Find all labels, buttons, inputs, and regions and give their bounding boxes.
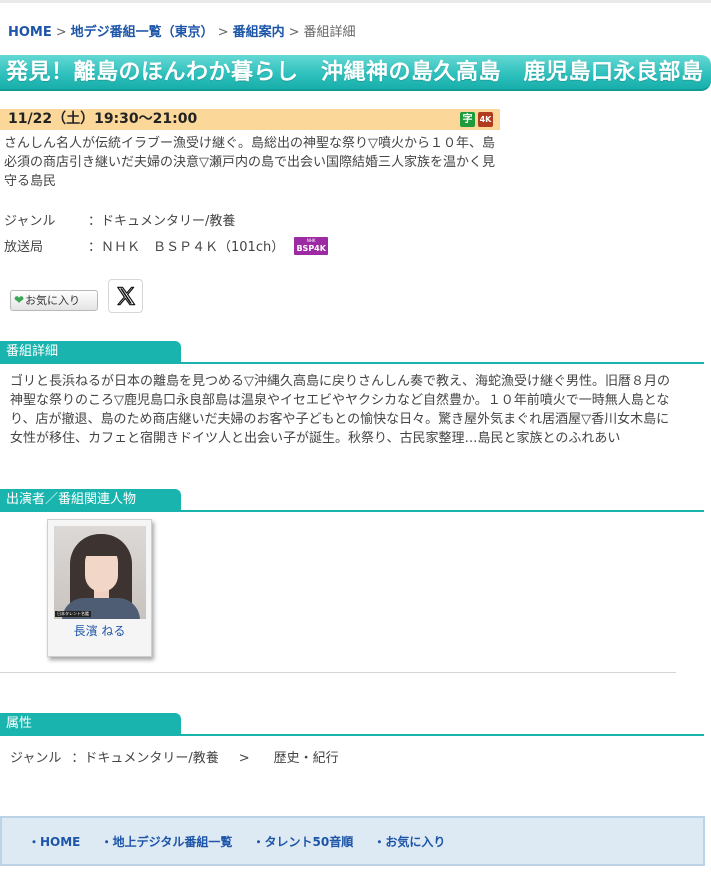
footer-link-home[interactable]: ・HOME (28, 835, 80, 849)
program-title: 発見！離島のほんわか暮らし 沖縄神の島久高島 鹿児島口永良部島 (6, 60, 704, 85)
genre-row: ジャンル ：ドキュメンタリー/教養 (4, 210, 235, 229)
favorite-button[interactable]: ❤お気に入り (10, 290, 98, 311)
bsp4k-logo-icon: NHK BSP4K (294, 236, 329, 255)
breadcrumb-guide-link[interactable]: 番組案内 (233, 25, 285, 40)
section-cast-title: 出演者／番組関連人物 (0, 489, 181, 510)
attribute-genre-label: ジャンル (10, 751, 62, 766)
attribute-subgenre[interactable]: 歴史・紀行 (274, 751, 339, 766)
cast-photo: 日本タレント名鑑 (54, 526, 146, 619)
genre-value[interactable]: ：ドキュメンタリー/教養 (88, 214, 235, 229)
attribute-row: ジャンル ：ドキュメンタリー/教養 > 歴史・紀行 (10, 747, 339, 766)
program-summary: さんしん名人が伝統イラブー漁受け継ぐ。島総出の神聖な祭り▽噴火から１０年、島必須… (4, 136, 495, 189)
footer-nav: ・HOME ・地上デジタル番組一覧 ・タレント50音順 ・お気に入り (0, 816, 705, 866)
breadcrumb-separator: > (288, 25, 300, 40)
section-rule (0, 362, 704, 364)
footer-links: ・HOME ・地上デジタル番組一覧 ・タレント50音順 ・お気に入り (28, 833, 461, 850)
program-title-bar: 発見！離島のほんわか暮らし 沖縄神の島久高島 鹿児島口永良部島 (0, 55, 711, 91)
bsp4k-logo-text: BSP4K (296, 243, 326, 253)
favorite-button-label: お気に入り (25, 294, 81, 307)
breadcrumb-current: 番組詳細 (303, 25, 356, 40)
attribute-genre-value[interactable]: ：ドキュメンタリー/教養 (71, 751, 218, 766)
broadcast-datetime: 11/22（土）19:30～21:00 (8, 111, 198, 127)
section-rule (0, 510, 704, 512)
subtitle-badge-icon: 字 (460, 112, 475, 127)
cast-name-link[interactable]: 長濱 ねる (48, 622, 151, 639)
4k-badge-icon: 4K (478, 112, 493, 127)
breadcrumb-home-link[interactable]: HOME (8, 25, 52, 40)
divider (0, 672, 676, 673)
attribute-arrow: > (238, 751, 250, 766)
x-share-button[interactable] (108, 279, 143, 313)
photo-bangs (81, 540, 122, 556)
photo-credit: 日本タレント名鑑 (55, 611, 91, 617)
section-cast: 出演者／番組関連人物 (0, 489, 704, 512)
footer-link-program-list[interactable]: ・地上デジタル番組一覧 (101, 835, 233, 849)
breadcrumb: HOME > 地デジ番組一覧（東京） > 番組案内 > 番組詳細 (8, 21, 356, 40)
genre-label: ジャンル (4, 214, 56, 229)
footer-link-favorites[interactable]: ・お気に入り (373, 835, 445, 849)
breadcrumb-separator: > (217, 25, 229, 40)
section-attributes-title: 属性 (0, 713, 181, 734)
breadcrumb-list-link[interactable]: 地デジ番組一覧（東京） (71, 25, 214, 40)
program-detail-text: ゴリと長浜ねるが日本の離島を見つめる▽沖縄久高島に戻りさんしん奏で教え、海蛇漁受… (10, 374, 670, 446)
station-label: 放送局 (4, 240, 44, 255)
program-badges: 字 4K (460, 112, 493, 127)
section-rule (0, 734, 704, 736)
station-value: ：ＮＨＫ ＢＳＰ４Ｋ（101ch） (88, 240, 285, 255)
heart-icon: ❤ (14, 293, 25, 307)
footer-link-talent-index[interactable]: ・タレント50音順 (253, 835, 354, 849)
section-attributes: 属性 (0, 713, 704, 736)
cast-card[interactable]: 日本タレント名鑑 長濱 ねる (47, 519, 152, 657)
broadcast-time-bar: 11/22（土）19:30～21:00 字 4K (0, 109, 500, 130)
top-border (0, 0, 711, 3)
station-row: 放送局 ：ＮＨＫ ＢＳＰ４Ｋ（101ch） NHK BSP4K (4, 236, 329, 257)
section-detail-title: 番組詳細 (0, 341, 181, 362)
breadcrumb-separator: > (55, 25, 67, 40)
x-logo-icon (116, 286, 135, 306)
section-detail: 番組詳細 (0, 341, 704, 364)
